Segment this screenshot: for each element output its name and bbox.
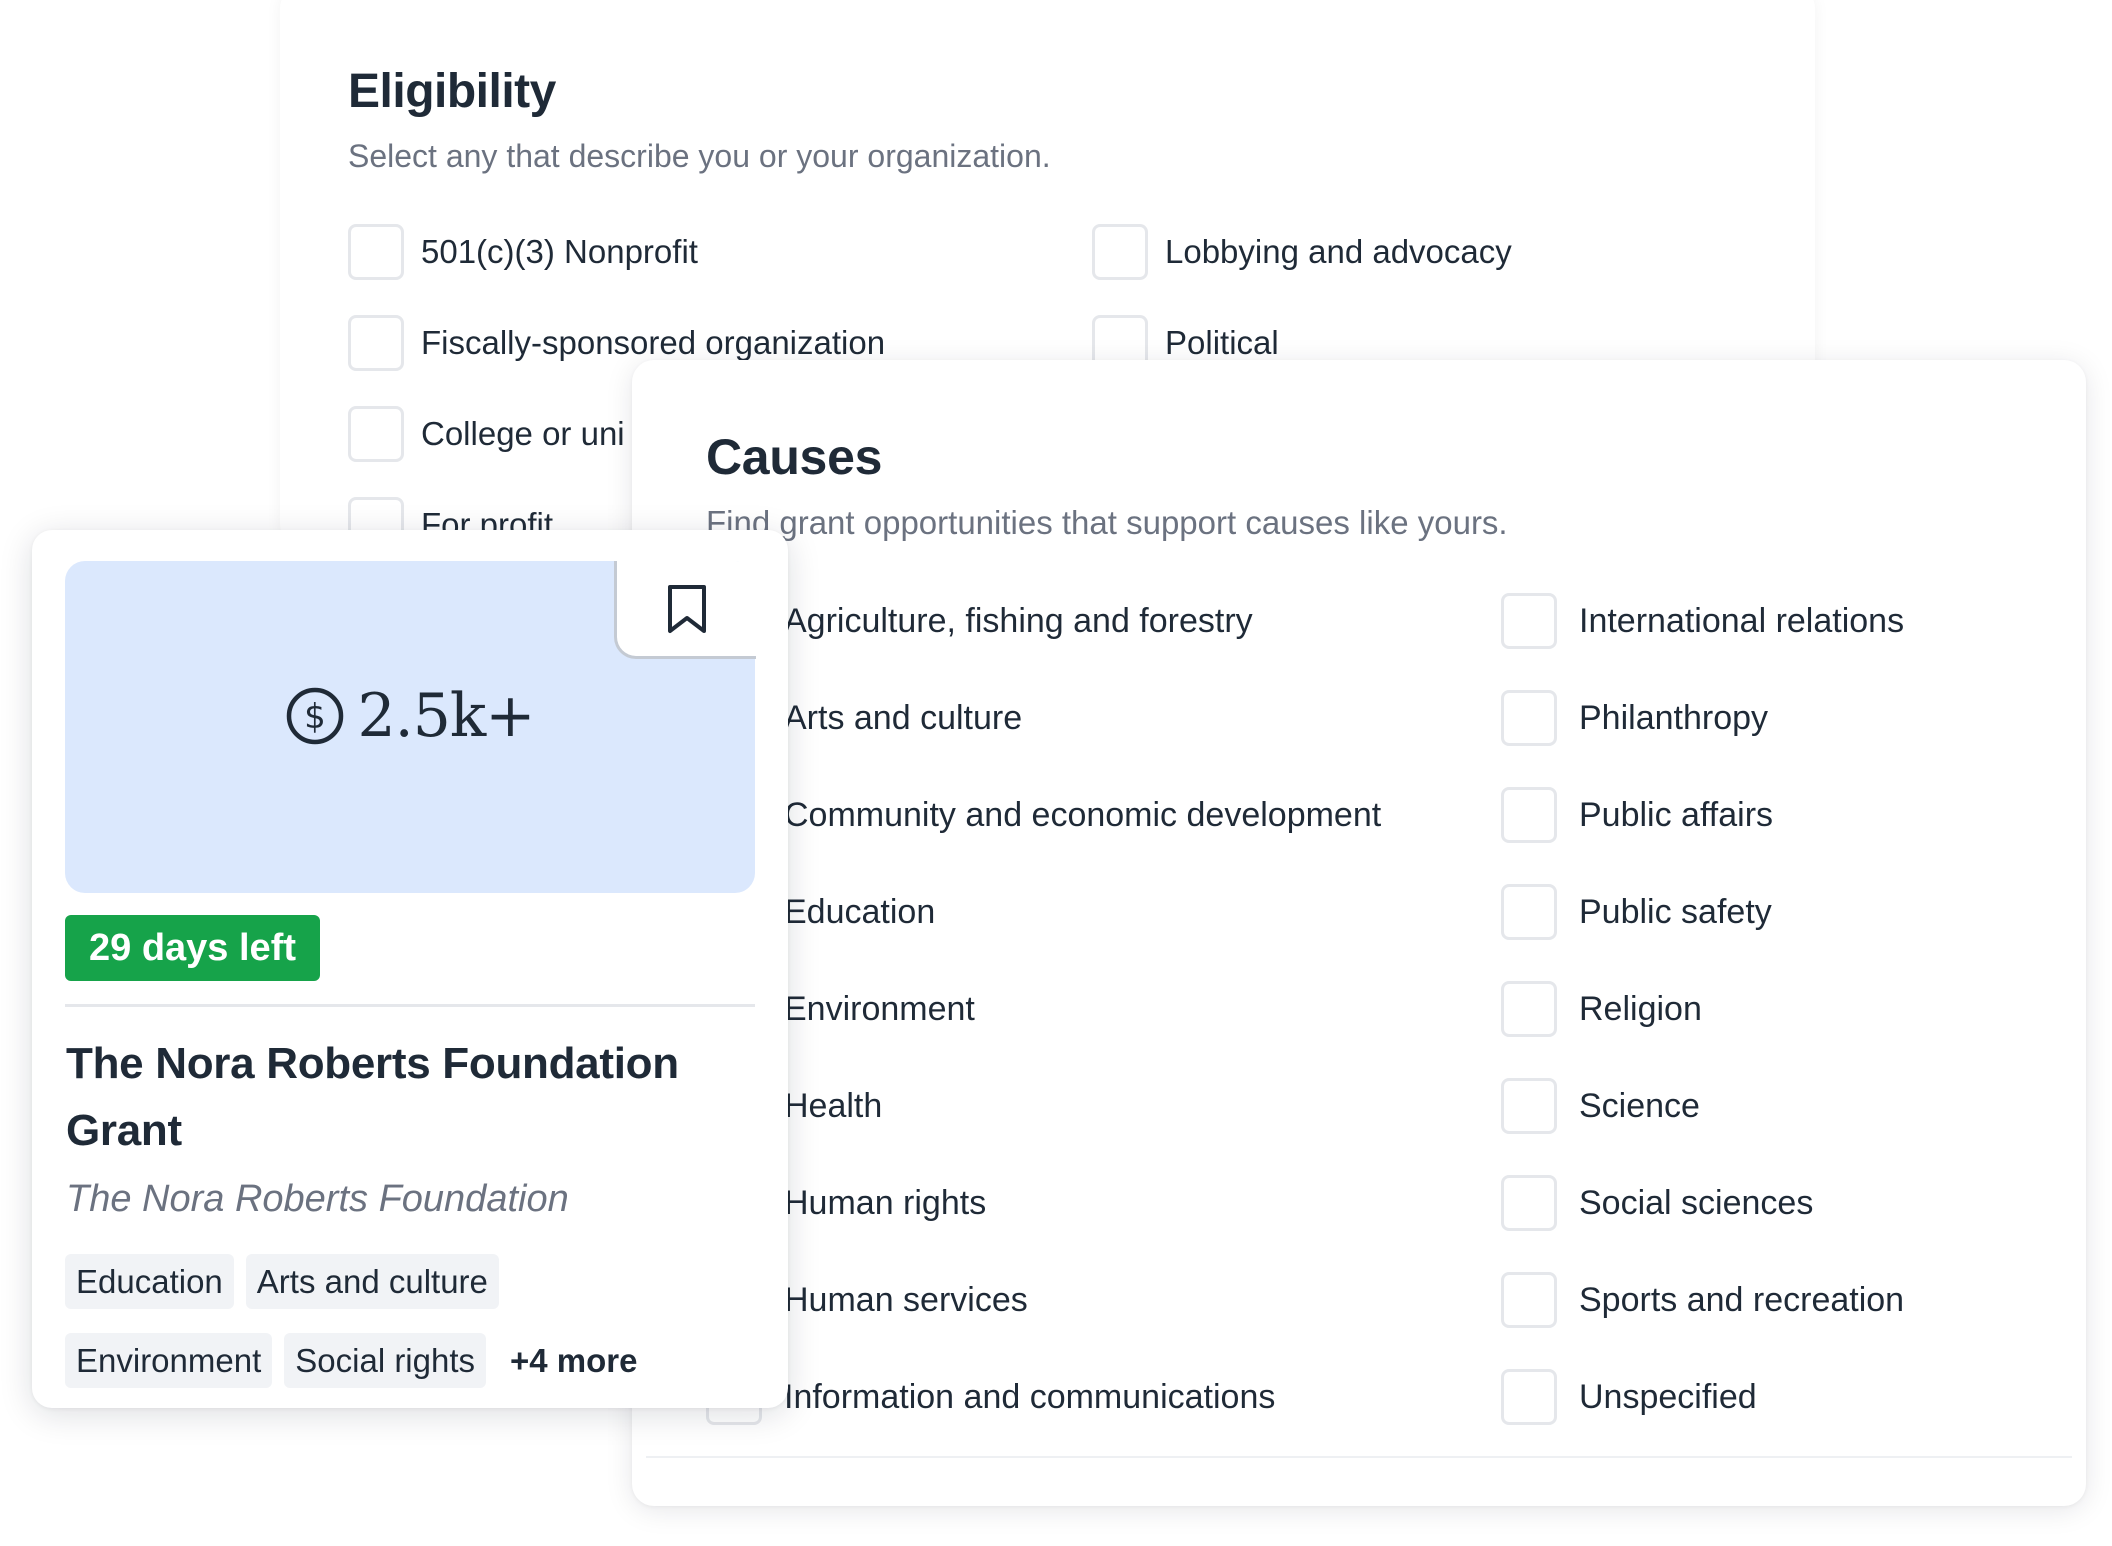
checkbox[interactable] [1501,1078,1557,1134]
cause-option-label: Public safety [1579,892,1772,931]
cause-option-public-affairs[interactable]: Public affairs [1501,785,1773,845]
cause-option-religion[interactable]: Religion [1501,979,1702,1039]
eligibility-option-label: Fiscally-sponsored organization [421,324,886,361]
checkbox[interactable] [1501,1175,1557,1231]
grant-card-divider [65,1004,755,1007]
cause-option-label: Information and communications [784,1377,1276,1416]
checkbox[interactable] [1501,690,1557,746]
tag-social-rights: Social rights [284,1333,487,1388]
cause-option-label: Philanthropy [1579,698,1769,737]
dollar-circle-icon: $ [287,687,344,745]
grant-tags: Education Arts and culture Environment S… [65,1254,765,1388]
cause-option-sports-and-recreation[interactable]: Sports and recreation [1501,1270,1904,1330]
eligibility-option-label: Lobbying and advocacy [1165,233,1512,270]
cause-option-label: Health [784,1086,883,1125]
cause-option-label: Community and economic development [784,795,1382,834]
checkbox[interactable] [1501,787,1557,843]
checkbox[interactable] [1501,981,1557,1037]
cause-option-social-sciences[interactable]: Social sciences [1501,1173,1813,1233]
more-tags-link[interactable]: +4 more [498,1333,650,1388]
eligibility-option-501c3-nonprofit[interactable]: 501(c)(3) Nonprofit [348,222,698,282]
screenshot-stage: Eligibility Select any that describe you… [0,0,2112,1546]
eligibility-option-college-or-university[interactable]: College or uni [348,404,625,464]
cause-option-label: Religion [1579,989,1702,1028]
deadline-badge: 29 days left [65,915,320,981]
eligibility-option-label: 501(c)(3) Nonprofit [421,233,698,270]
cause-option-label: Science [1579,1086,1700,1125]
cause-option-label: Unspecified [1579,1377,1757,1416]
cause-option-label: Human services [784,1280,1028,1319]
cause-option-label: Agriculture, fishing and forestry [784,601,1253,640]
checkbox[interactable] [1501,1272,1557,1328]
cause-option-international-relations[interactable]: International relations [1501,591,1904,651]
cause-option-information-communications[interactable]: Information and communications [706,1367,1275,1427]
cause-option-label: Education [784,892,936,931]
cause-option-label: Public affairs [1579,795,1774,834]
grant-organization: The Nora Roberts Foundation [66,1178,569,1220]
cause-option-label: Arts and culture [784,698,1023,737]
grant-amount-banner: $ 2.5k+ [65,561,756,893]
eligibility-option-label: Political [1165,324,1279,361]
eligibility-subtitle: Select any that describe you or your org… [348,138,1051,174]
causes-footer-divider [646,1456,2072,1458]
cause-option-community-development[interactable]: Community and economic development [706,785,1381,845]
causes-subtitle: Find grant opportunities that support ca… [706,504,1508,541]
bookmark-button[interactable] [614,561,756,659]
causes-title: Causes [706,429,883,485]
tag-education: Education [65,1254,234,1309]
cause-option-label: Sports and recreation [1579,1280,1905,1319]
cause-option-label: Social sciences [1579,1183,1814,1222]
cause-option-science[interactable]: Science [1501,1076,1700,1136]
svg-text:$: $ [305,697,327,737]
cause-option-philanthropy[interactable]: Philanthropy [1501,688,1768,748]
grant-title[interactable]: The Nora Roberts Foundation Grant [66,1030,726,1164]
bookmark-icon [667,584,706,633]
checkbox[interactable] [1501,593,1557,649]
cause-option-label: Environment [784,989,975,1028]
grant-amount: $ 2.5k+ [65,681,755,751]
tag-arts-and-culture: Arts and culture [245,1254,499,1309]
checkbox[interactable] [348,224,404,280]
checkbox[interactable] [348,315,404,371]
checkbox[interactable] [1501,1369,1557,1425]
cause-option-label: International relations [1579,601,1905,640]
tag-environment: Environment [65,1333,273,1388]
checkbox[interactable] [1092,224,1148,280]
eligibility-option-lobbying-and-advocacy[interactable]: Lobbying and advocacy [1092,222,1512,282]
grant-amount-value: 2.5k+ [357,681,535,751]
cause-option-label: Human rights [784,1183,987,1222]
causes-card: Causes Find grant opportunities that sup… [632,360,2086,1506]
cause-option-unspecified[interactable]: Unspecified [1501,1367,1757,1427]
checkbox[interactable] [348,406,404,462]
grant-card[interactable]: $ 2.5k+ 29 days left The Nora Roberts Fo… [32,530,788,1408]
cause-option-agriculture[interactable]: Agriculture, fishing and forestry [706,591,1253,651]
eligibility-option-label: College or uni [421,415,625,452]
checkbox[interactable] [1501,884,1557,940]
cause-option-public-safety[interactable]: Public safety [1501,882,1772,942]
eligibility-title: Eligibility [348,65,556,118]
